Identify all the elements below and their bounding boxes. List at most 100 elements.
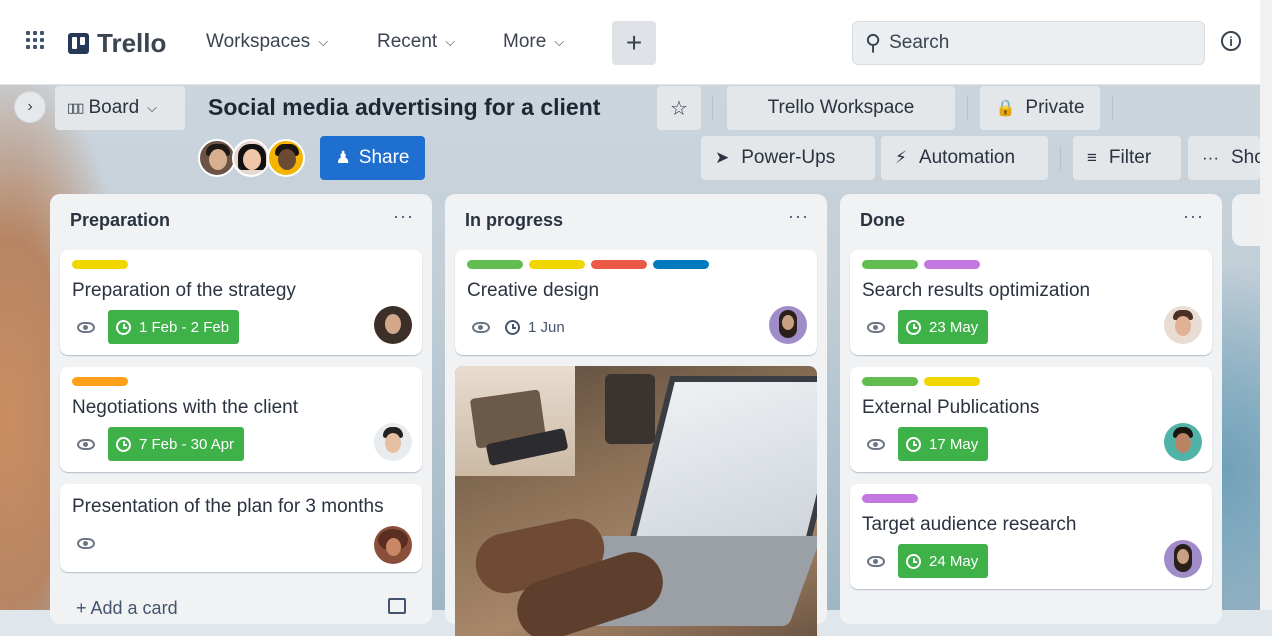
green-label[interactable] [862,260,918,269]
search-placeholder: Search [889,32,950,53]
card-external-publications[interactable]: External Publications 17 May [850,367,1212,472]
recent-menu[interactable]: Recent ⌵ [377,31,455,53]
green-label[interactable] [467,260,523,269]
yellow-label[interactable] [72,260,128,269]
due-date-badge[interactable]: 1 Jun [503,310,575,344]
member-avatar[interactable] [374,526,412,564]
avatar-face [385,433,401,453]
green-label[interactable] [862,377,918,386]
avatar-face [782,315,794,330]
member-avatar[interactable] [374,306,412,344]
card-title: External Publications [862,397,1040,418]
card-creative-design[interactable]: Creative design 1 Jun [455,250,817,355]
card-presentation-of-the-plan[interactable]: Presentation of the plan for 3 months [60,484,422,572]
automation-label: Automation [918,147,1016,168]
card-preparation-of-the-strategy[interactable]: Preparation of the strategy 1 Feb - 2 Fe… [60,250,422,355]
card-labels[interactable] [72,260,128,269]
avatar-face [386,538,401,556]
member-avatar[interactable] [1164,540,1202,578]
list-actions-menu[interactable]: ··· [788,206,809,227]
add-list-button-partial[interactable] [1232,194,1262,246]
show-menu-label: Sho [1230,147,1260,168]
workspaces-menu[interactable]: Workspaces ⌵ [206,31,328,53]
recent-label: Recent [377,31,438,52]
list-title[interactable]: Preparation [70,210,170,231]
star-board-button[interactable]: ☆ [657,86,701,130]
red-label[interactable] [591,260,647,269]
avatar-face [385,314,401,334]
create-button[interactable]: + [612,21,656,65]
chevron-right-icon: › [27,98,33,115]
list-title[interactable]: Done [860,210,905,231]
clock-icon [906,553,921,569]
divider [967,96,968,120]
share-button[interactable]: ♟ Share [320,136,425,180]
divider [1112,96,1113,120]
list-title[interactable]: In progress [465,210,563,231]
yellow-label[interactable] [924,377,980,386]
automation-button[interactable]: ⚡ Automation [881,136,1048,180]
top-navigation-bar: Trello Workspaces ⌵ Recent ⌵ More ⌵ + ⚲ … [0,0,1272,85]
star-icon: ☆ [670,97,688,120]
app-switcher-icon[interactable] [26,31,46,51]
chevron-down-icon: ⌵ [445,34,456,49]
list-actions-menu[interactable]: ··· [1183,206,1204,227]
card-template-icon[interactable] [388,598,406,614]
search-input[interactable]: ⚲ Search [852,21,1205,65]
private-visibility-button[interactable]: 🔒 Private [980,86,1100,130]
blue-label[interactable] [653,260,709,269]
board-view-switcher[interactable]: ▯▯▯ Board ⌵ [55,86,185,130]
due-date-badge[interactable]: 24 May [898,544,989,578]
workspace-visibility-button[interactable]: Trello Workspace [727,86,955,130]
due-date-badge[interactable]: 1 Feb - 2 Feb [108,310,240,344]
member-avatar[interactable] [1164,423,1202,461]
card-cover-image[interactable] [455,366,817,636]
information-icon[interactable]: i [1221,31,1241,51]
card-labels[interactable] [862,377,980,386]
due-date-badge[interactable]: 17 May [898,427,989,461]
due-date-badge[interactable]: 23 May [898,310,989,344]
clock-icon [906,319,921,335]
share-label: Share [358,147,410,168]
card-labels[interactable] [467,260,709,269]
board-title[interactable]: Social media advertising for a client [208,94,600,121]
card-labels[interactable] [862,260,980,269]
due-date-text: 17 May [929,435,979,453]
member-avatar[interactable] [769,306,807,344]
yellow-label[interactable] [529,260,585,269]
purple-label[interactable] [924,260,980,269]
card-search-results-optimization[interactable]: Search results optimization 23 May [850,250,1212,355]
orange-label[interactable] [72,377,128,386]
card-negotiations-with-the-client[interactable]: Negotiations with the client 7 Feb - 30 … [60,367,422,472]
divider [1060,146,1061,170]
card-labels[interactable] [862,494,918,503]
plus-icon: + [625,27,643,58]
member-avatar[interactable] [1164,306,1202,344]
add-card-button[interactable]: + Add a card [76,598,178,619]
more-label: More [503,31,547,52]
show-menu-button[interactable]: ··· Sho [1188,136,1260,180]
due-date-text: 1 Jun [528,318,565,336]
more-menu[interactable]: More ⌵ [503,31,564,53]
filter-button[interactable]: ≡ Filter [1073,136,1181,180]
list-actions-menu[interactable]: ··· [393,206,414,227]
clock-icon [116,436,131,452]
member-avatar[interactable] [198,139,236,177]
chevron-down-icon: ⌵ [554,34,565,49]
sidebar-expand-button[interactable]: › [14,91,46,123]
card-labels[interactable] [72,377,128,386]
filter-label: Filter [1108,147,1152,168]
purple-label[interactable] [862,494,918,503]
member-avatar[interactable] [232,139,270,177]
lock-icon: 🔒 [995,100,1016,117]
due-date-text: 7 Feb - 30 Apr [139,435,235,453]
power-ups-button[interactable]: ➤ Power-Ups [701,136,875,180]
due-date-text: 1 Feb - 2 Feb [139,318,230,336]
member-avatar[interactable] [267,139,305,177]
member-avatar[interactable] [374,423,412,461]
clock-icon [505,319,520,335]
trello-logo[interactable]: Trello [68,28,166,59]
workspace-label: Trello Workspace [767,97,915,118]
card-target-audience-research[interactable]: Target audience research 24 May [850,484,1212,589]
due-date-badge[interactable]: 7 Feb - 30 Apr [108,427,245,461]
